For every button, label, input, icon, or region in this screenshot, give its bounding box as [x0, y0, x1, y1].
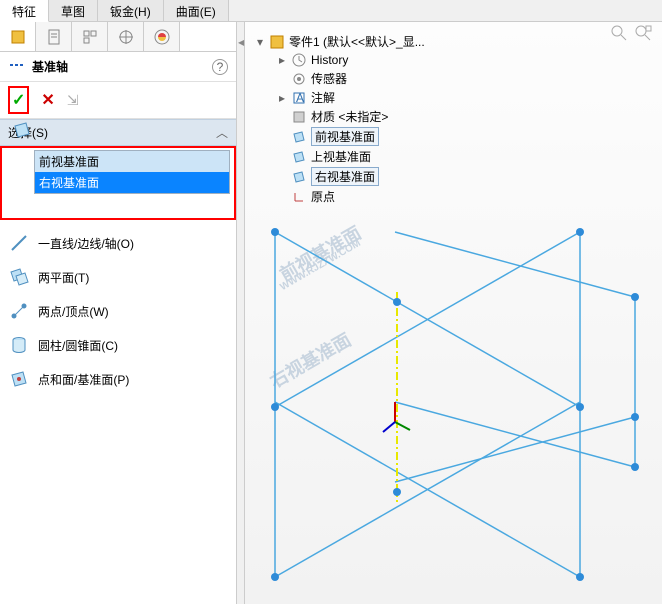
plane-icon	[12, 120, 32, 143]
tab-sheetmetal[interactable]: 钣金(H)	[98, 0, 164, 21]
selection-item-1[interactable]: 前视基准面	[35, 151, 229, 172]
collapse-icon: ◀	[238, 38, 244, 47]
chevron-up-icon: ︿	[216, 124, 228, 141]
property-manager: 基准轴 ? ✓ ✕ ⇲ 选择(S) ︿ 前视基准面 右视基准面	[0, 22, 237, 604]
opt-two-planes[interactable]: 两平面(T)	[4, 260, 232, 294]
cylinder-icon	[8, 334, 30, 356]
tab-sketch[interactable]: 草图	[49, 0, 98, 21]
tab-feature[interactable]: 特征	[0, 0, 49, 22]
dimxpert-tab-icon[interactable]	[108, 22, 144, 51]
selection-list[interactable]: 前视基准面 右视基准面	[34, 150, 230, 194]
point-face-icon	[8, 368, 30, 390]
two-points-icon	[8, 300, 30, 322]
panel-tab-icons	[0, 22, 236, 52]
highlight-box-selection: 前视基准面 右视基准面	[0, 146, 236, 220]
highlight-box-ok: ✓	[8, 86, 29, 114]
splitter[interactable]: ◀	[237, 22, 245, 604]
opt-two-points[interactable]: 两点/顶点(W)	[4, 294, 232, 328]
pin-icon[interactable]: ⇲	[67, 92, 79, 109]
property-tab-icon[interactable]	[36, 22, 72, 51]
appearance-tab-icon[interactable]	[144, 22, 180, 51]
opt-label: 点和面/基准面(P)	[38, 371, 129, 388]
tab-surface[interactable]: 曲面(E)	[164, 0, 229, 21]
ok-button[interactable]: ✓	[12, 90, 25, 110]
graphics-viewport[interactable]: ▾ 零件1 (默认<<默认>_显... ▸ History 传感器 ▸ A	[245, 22, 662, 604]
opt-label: 一直线/边线/轴(O)	[38, 235, 134, 252]
action-row: ✓ ✕ ⇲	[0, 82, 236, 119]
axis-icon	[8, 58, 26, 75]
cancel-button[interactable]: ✕	[41, 90, 54, 110]
axis-options: 一直线/边线/轴(O) 两平面(T) 两点/顶点(W) 圆柱/圆锥面(C) 点和…	[0, 220, 236, 402]
opt-label: 两点/顶点(W)	[38, 303, 109, 320]
opt-cylinder[interactable]: 圆柱/圆锥面(C)	[4, 328, 232, 362]
help-icon[interactable]: ?	[212, 59, 228, 75]
config-tab-icon[interactable]	[72, 22, 108, 51]
command-tabs: 特征 草图 钣金(H) 曲面(E)	[0, 0, 662, 22]
opt-line-edge[interactable]: 一直线/边线/轴(O)	[4, 226, 232, 260]
feature-header: 基准轴 ?	[0, 52, 236, 82]
model-geometry	[245, 22, 662, 604]
opt-point-face[interactable]: 点和面/基准面(P)	[4, 362, 232, 396]
feature-tree-tab-icon[interactable]	[0, 22, 36, 51]
opt-label: 两平面(T)	[38, 269, 89, 286]
selection-item-2[interactable]: 右视基准面	[35, 172, 229, 193]
two-planes-icon	[8, 266, 30, 288]
opt-label: 圆柱/圆锥面(C)	[38, 337, 118, 354]
feature-title: 基准轴	[32, 58, 212, 75]
line-icon	[8, 232, 30, 254]
selection-section-header[interactable]: 选择(S) ︿	[0, 119, 236, 146]
